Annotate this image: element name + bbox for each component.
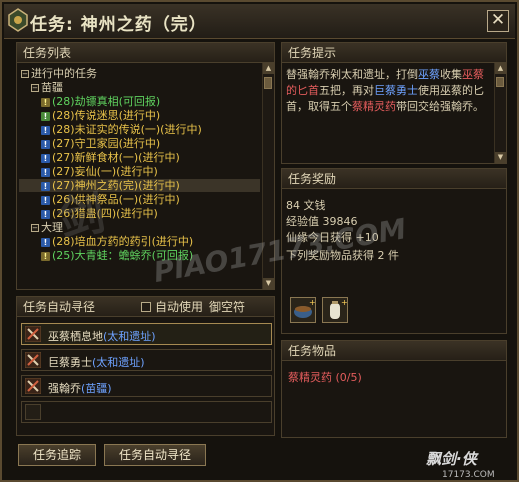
location-name: 巫蔡栖息地 <box>48 330 103 343</box>
empty-slot <box>25 404 41 420</box>
quest-active-icon: ! <box>41 181 50 191</box>
quest-item[interactable]: ! (26)猎蛊(四)(进行中) <box>19 207 260 220</box>
auto-path-title: 任务自动寻径 <box>23 300 96 314</box>
tree-root-label: 进行中的任务 <box>31 67 97 80</box>
crossed-swords-icon <box>25 326 41 342</box>
auto-use-checkbox[interactable] <box>141 302 151 312</box>
quest-item-entry: 蔡精灵药 (0/5) <box>288 371 362 384</box>
hint-segment: 带回交给强翰乔。 <box>396 100 484 113</box>
title-bar[interactable]: 任务: 神州之药（完） ✕ <box>4 4 515 39</box>
hint-segment: 五把，再对 <box>319 84 374 97</box>
quest-item-label: (28)未证实的传说(一)(进行中) <box>52 123 202 136</box>
svg-text:+: + <box>341 298 347 307</box>
tree-root[interactable]: − 进行中的任务 <box>19 67 260 80</box>
tree-group[interactable]: − 苗疆 <box>19 81 260 94</box>
quest-item-label: (27)新鲜食材(一)(进行中) <box>52 151 180 164</box>
scroll-down-arrow-icon[interactable]: ▼ <box>495 152 506 163</box>
quest-active-icon: ! <box>41 153 50 163</box>
reward-money: 84 文钱 <box>286 199 326 212</box>
path-location-row[interactable]: 巫蔡栖息地(太和遗址) <box>21 323 272 345</box>
scroll-thumb[interactable] <box>496 77 504 87</box>
hint-segment: 巨蔡勇士 <box>374 84 418 97</box>
close-button[interactable]: ✕ <box>487 10 509 32</box>
quest-list-header: 任务列表 <box>17 43 274 63</box>
reward-item-slot-2[interactable]: + <box>322 297 348 323</box>
hint-segment: 替强翰乔剁太和遗址，打倒 <box>286 68 418 81</box>
auto-use-label: 自动使用 <box>155 300 204 314</box>
flight-item-label: 御空符 <box>209 300 246 314</box>
collapse-icon[interactable]: − <box>31 224 39 232</box>
emblem-icon <box>8 8 28 32</box>
quest-pending-icon: ! <box>41 111 50 121</box>
path-location-row[interactable]: 强翰乔(苗疆) <box>21 375 272 397</box>
crossed-swords-icon <box>25 352 41 368</box>
hint-header: 任务提示 <box>282 43 506 63</box>
track-button[interactable]: 任务追踪 <box>18 444 96 466</box>
medicine-bowl-icon: + <box>294 298 316 318</box>
quest-item-label: (28)传说迷思(进行中) <box>52 109 161 122</box>
collapse-icon[interactable]: − <box>31 84 39 92</box>
quest-complete-icon: ! <box>41 97 50 107</box>
reward-item-slot-1[interactable]: + <box>290 297 316 323</box>
scroll-thumb[interactable] <box>264 77 272 89</box>
tree-group[interactable]: − 大理 <box>19 221 260 234</box>
crossed-swords-icon <box>25 378 41 394</box>
quest-item[interactable]: ! (28)劫镖真相(可回报) <box>19 95 260 108</box>
location-text: 强翰乔(苗疆) <box>48 380 112 396</box>
hint-text: 替强翰乔剁太和遗址，打倒巫蔡收集巫蔡的匕首五把，再对巨蔡勇士使用巫蔡的匕首，取得… <box>286 67 492 115</box>
quest-active-icon: ! <box>41 209 50 219</box>
watermark-corner-logo: 飘剑·侠 <box>426 450 477 468</box>
quest-item[interactable]: ! (28)未证实的传说(一)(进行中) <box>19 123 260 136</box>
reward-header: 任务奖励 <box>282 169 506 189</box>
hint-segment: 收集 <box>440 68 462 81</box>
scroll-up-arrow-icon[interactable]: ▲ <box>495 63 506 74</box>
svg-text:+: + <box>309 298 315 307</box>
path-location-row[interactable] <box>21 401 272 423</box>
tree-group-label: 苗疆 <box>41 81 63 94</box>
scroll-up-arrow-icon[interactable]: ▲ <box>263 63 274 74</box>
quest-items-panel: 任务物品 蔡精灵药 (0/5) <box>281 340 507 438</box>
quest-active-icon: ! <box>41 195 50 205</box>
hint-segment: 蔡精灵药 <box>352 100 396 113</box>
quest-active-icon: ! <box>41 167 50 177</box>
location-name: 强翰乔 <box>48 382 81 395</box>
hint-segment: 巫蔡 <box>418 68 440 81</box>
path-location-row[interactable]: 巨蔡勇士(太和遗址) <box>21 349 272 371</box>
quest-complete-icon: ! <box>41 251 50 261</box>
quest-item[interactable]: ! (27)新鲜食材(一)(进行中) <box>19 151 260 164</box>
window-title: 任务: 神州之药（完） <box>30 15 207 35</box>
hint-panel: 任务提示 替强翰乔剁太和遗址，打倒巫蔡收集巫蔡的匕首五把，再对巨蔡勇士使用巫蔡的… <box>281 42 507 164</box>
quest-item-label: (27)妄仙(一)(进行中) <box>52 165 158 178</box>
location-name: 巨蔡勇士 <box>48 356 92 369</box>
location-region: (苗疆) <box>81 382 112 395</box>
quest-item-label: (28)劫镖真相(可回报) <box>52 95 161 108</box>
auto-path-header: 任务自动寻径 自动使用 御空符 <box>17 297 274 317</box>
location-region: (太和遗址) <box>92 356 145 369</box>
location-region: (太和遗址) <box>103 330 156 343</box>
location-text: 巫蔡栖息地(太和遗址) <box>48 328 156 344</box>
medicine-jar-icon: + <box>330 298 348 319</box>
quest-active-icon: ! <box>41 125 50 135</box>
quest-item[interactable]: ! (27)守卫家园(进行中) <box>19 137 260 150</box>
quest-item[interactable]: ! (27)妄仙(一)(进行中) <box>19 165 260 178</box>
hint-scrollbar[interactable]: ▲ ▼ <box>494 63 506 163</box>
watermark-brand: 17173.COM <box>442 470 495 480</box>
auto-path-panel: 任务自动寻径 自动使用 御空符 巫蔡栖息地(太和遗址) 巨蔡勇士(太和遗址) 强翰乔… <box>16 296 275 436</box>
quest-items-header: 任务物品 <box>282 341 506 361</box>
quest-item-label: (27)守卫家园(进行中) <box>52 137 161 150</box>
quest-active-icon: ! <box>41 139 50 149</box>
quest-item[interactable]: ! (28)传说迷思(进行中) <box>19 109 260 122</box>
quest-active-icon: ! <box>41 237 50 247</box>
quest-window: 任务: 神州之药（完） ✕ 任务列表 − 进行中的任务 − 苗疆! (28)劫镖真相(可… <box>0 0 519 482</box>
location-text: 巨蔡勇士(太和遗址) <box>48 354 145 370</box>
scroll-down-arrow-icon[interactable]: ▼ <box>263 278 274 289</box>
auto-path-button[interactable]: 任务自动寻径 <box>104 444 206 466</box>
collapse-icon[interactable]: − <box>21 70 29 78</box>
